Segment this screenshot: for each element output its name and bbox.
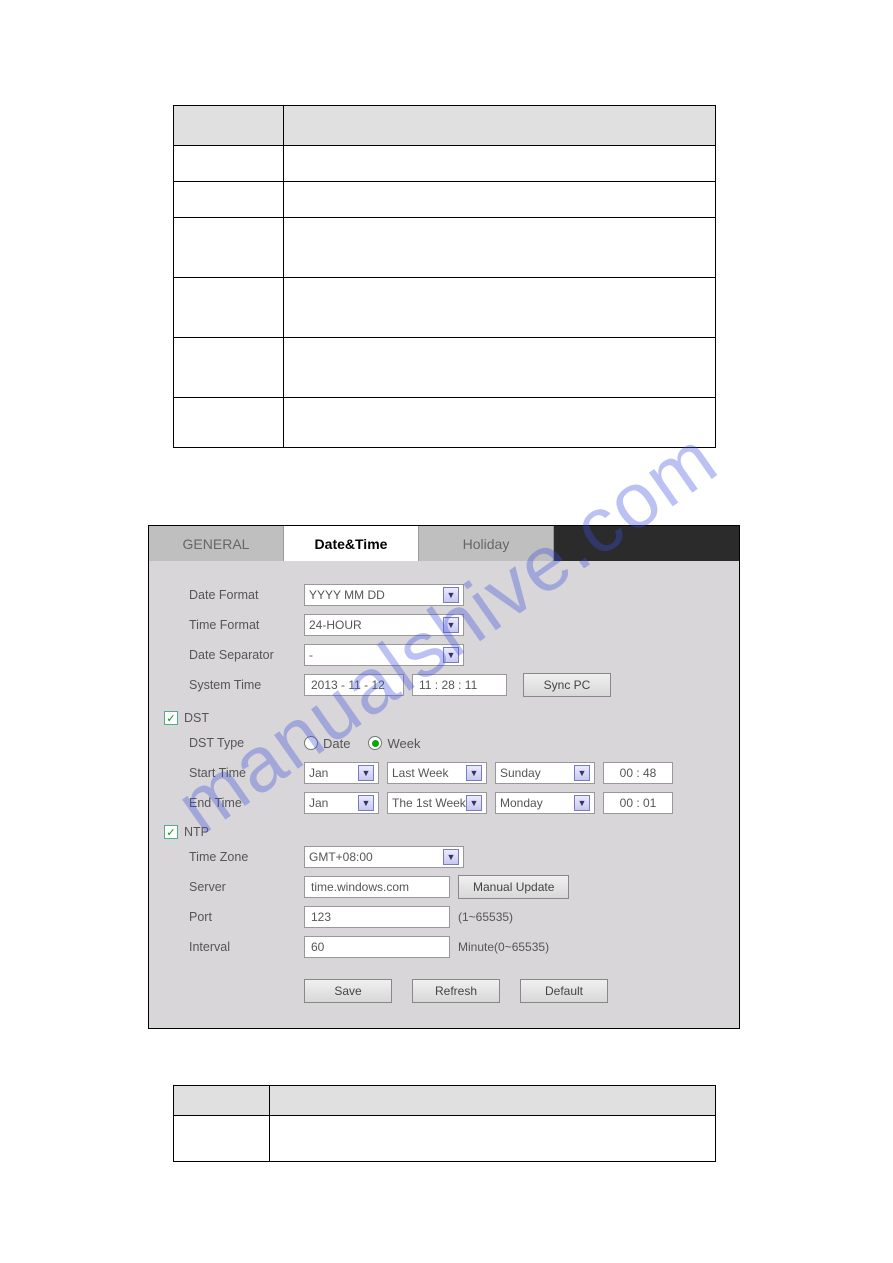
dst-date-radio[interactable] [304, 736, 318, 750]
time-format-value: 24-HOUR [309, 618, 362, 632]
date-separator-label: Date Separator [164, 648, 279, 662]
system-date-input[interactable]: 2013 - 11 - 12 [304, 674, 404, 696]
dst-type-label: DST Type [164, 736, 279, 750]
end-week-select[interactable]: The 1st Week ▼ [387, 792, 487, 814]
end-week-value: The 1st Week [392, 796, 466, 810]
end-month-select[interactable]: Jan ▼ [304, 792, 379, 814]
save-button[interactable]: Save [304, 979, 392, 1003]
date-separator-value: - [309, 648, 313, 662]
start-time-label: Start Time [164, 766, 279, 780]
dst-week-radio[interactable] [368, 736, 382, 750]
server-label: Server [164, 880, 279, 894]
server-input[interactable]: time.windows.com [304, 876, 450, 898]
chevron-down-icon: ▼ [466, 795, 482, 811]
tab-holiday[interactable]: Holiday [419, 526, 554, 561]
default-button[interactable]: Default [520, 979, 608, 1003]
system-time-input[interactable]: 11 : 28 : 11 [412, 674, 507, 696]
chevron-down-icon: ▼ [443, 849, 459, 865]
chevron-down-icon: ▼ [443, 587, 459, 603]
tab-general[interactable]: GENERAL [149, 526, 284, 561]
start-hm-input[interactable]: 00 : 48 [603, 762, 673, 784]
form-body: Date Format YYYY MM DD ▼ Time Format 24-… [149, 561, 739, 1028]
interval-label: Interval [164, 940, 279, 954]
ntp-label: NTP [184, 825, 209, 839]
start-week-select[interactable]: Last Week ▼ [387, 762, 487, 784]
end-day-select[interactable]: Monday ▼ [495, 792, 595, 814]
start-day-value: Sunday [500, 766, 541, 780]
ntp-checkbox[interactable]: ✓ [164, 825, 178, 839]
sync-pc-button[interactable]: Sync PC [523, 673, 611, 697]
dst-date-radio-label: Date [323, 736, 350, 751]
tab-datetime[interactable]: Date&Time [284, 526, 419, 561]
datetime-panel: GENERAL Date&Time Holiday Date Format YY… [148, 525, 740, 1029]
chevron-down-icon: ▼ [574, 795, 590, 811]
end-month-value: Jan [309, 796, 328, 810]
date-format-value: YYYY MM DD [309, 588, 385, 602]
chevron-down-icon: ▼ [358, 765, 374, 781]
timezone-select[interactable]: GMT+08:00 ▼ [304, 846, 464, 868]
start-month-select[interactable]: Jan ▼ [304, 762, 379, 784]
time-format-label: Time Format [164, 618, 279, 632]
end-hm-input[interactable]: 00 : 01 [603, 792, 673, 814]
chevron-down-icon: ▼ [574, 765, 590, 781]
dst-checkbox[interactable]: ✓ [164, 711, 178, 725]
refresh-button[interactable]: Refresh [412, 979, 500, 1003]
chevron-down-icon: ▼ [358, 795, 374, 811]
lower-table [173, 1085, 716, 1162]
date-format-label: Date Format [164, 588, 279, 602]
interval-input[interactable]: 60 [304, 936, 450, 958]
date-separator-select[interactable]: - ▼ [304, 644, 464, 666]
port-range: (1~65535) [458, 910, 513, 924]
tabbar-fill [554, 526, 739, 561]
tab-bar: GENERAL Date&Time Holiday [149, 526, 739, 561]
dst-label: DST [184, 711, 209, 725]
dst-week-radio-label: Week [387, 736, 420, 751]
time-format-select[interactable]: 24-HOUR ▼ [304, 614, 464, 636]
manual-update-button[interactable]: Manual Update [458, 875, 569, 899]
interval-range: Minute(0~65535) [458, 940, 549, 954]
timezone-value: GMT+08:00 [309, 850, 373, 864]
chevron-down-icon: ▼ [466, 765, 482, 781]
end-time-label: End Time [164, 796, 279, 810]
start-week-value: Last Week [392, 766, 448, 780]
timezone-label: Time Zone [164, 850, 279, 864]
port-label: Port [164, 910, 279, 924]
chevron-down-icon: ▼ [443, 617, 459, 633]
upper-table [173, 105, 716, 448]
start-day-select[interactable]: Sunday ▼ [495, 762, 595, 784]
system-time-label: System Time [164, 678, 279, 692]
end-day-value: Monday [500, 796, 543, 810]
date-format-select[interactable]: YYYY MM DD ▼ [304, 584, 464, 606]
chevron-down-icon: ▼ [443, 647, 459, 663]
port-input[interactable]: 123 [304, 906, 450, 928]
start-month-value: Jan [309, 766, 328, 780]
